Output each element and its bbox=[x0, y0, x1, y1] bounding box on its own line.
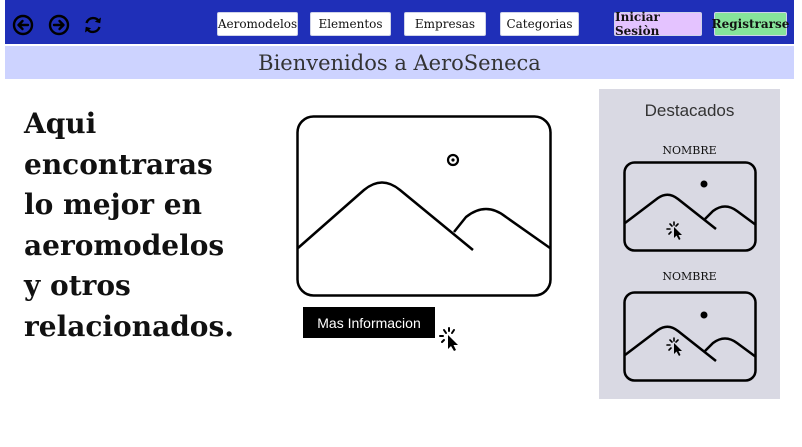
hero-line: relacionados. bbox=[24, 309, 234, 343]
reload-icon[interactable] bbox=[82, 14, 104, 36]
featured-title: Destacados bbox=[644, 101, 735, 120]
forward-icon[interactable] bbox=[48, 14, 70, 36]
menu-aeromodelos-button[interactable]: Aeromodelos bbox=[217, 12, 298, 36]
menu-empresas-button[interactable]: Empresas bbox=[404, 12, 486, 36]
login-button[interactable]: Iniciar Sesiòn bbox=[614, 10, 702, 38]
hero-line: y otros bbox=[24, 269, 131, 302]
back-icon[interactable] bbox=[12, 14, 34, 36]
welcome-banner: Bienvenidos a AeroSeneca bbox=[5, 46, 794, 79]
hero-line: encontraras bbox=[24, 147, 213, 181]
hero-line: lo mejor en bbox=[24, 188, 202, 221]
hero-line: aeromodelos bbox=[24, 228, 225, 262]
menu-categorias-button[interactable]: Categorias bbox=[500, 12, 579, 36]
menu-elementos-button[interactable]: Elementos bbox=[310, 12, 391, 36]
more-info-button[interactable]: Mas Informacion bbox=[303, 307, 435, 338]
top-navbar: Aeromodelos Elementos Empresas Categoria… bbox=[5, 0, 794, 44]
register-button[interactable]: Registrarse bbox=[712, 12, 789, 36]
hero-text: Aqui encontraras lo mejor en aeromodelos… bbox=[24, 104, 284, 347]
click-cursor-icon bbox=[439, 327, 458, 351]
hero-image-placeholder bbox=[296, 115, 552, 297]
featured-card-image[interactable] bbox=[623, 161, 757, 252]
featured-card-image[interactable] bbox=[623, 291, 757, 382]
featured-panel: Destacados NOMBRE NOMBRE bbox=[599, 89, 780, 399]
hero-line: Aqui bbox=[24, 107, 97, 140]
card-label: NOMBRE bbox=[662, 144, 717, 157]
card-label: NOMBRE bbox=[662, 270, 717, 283]
